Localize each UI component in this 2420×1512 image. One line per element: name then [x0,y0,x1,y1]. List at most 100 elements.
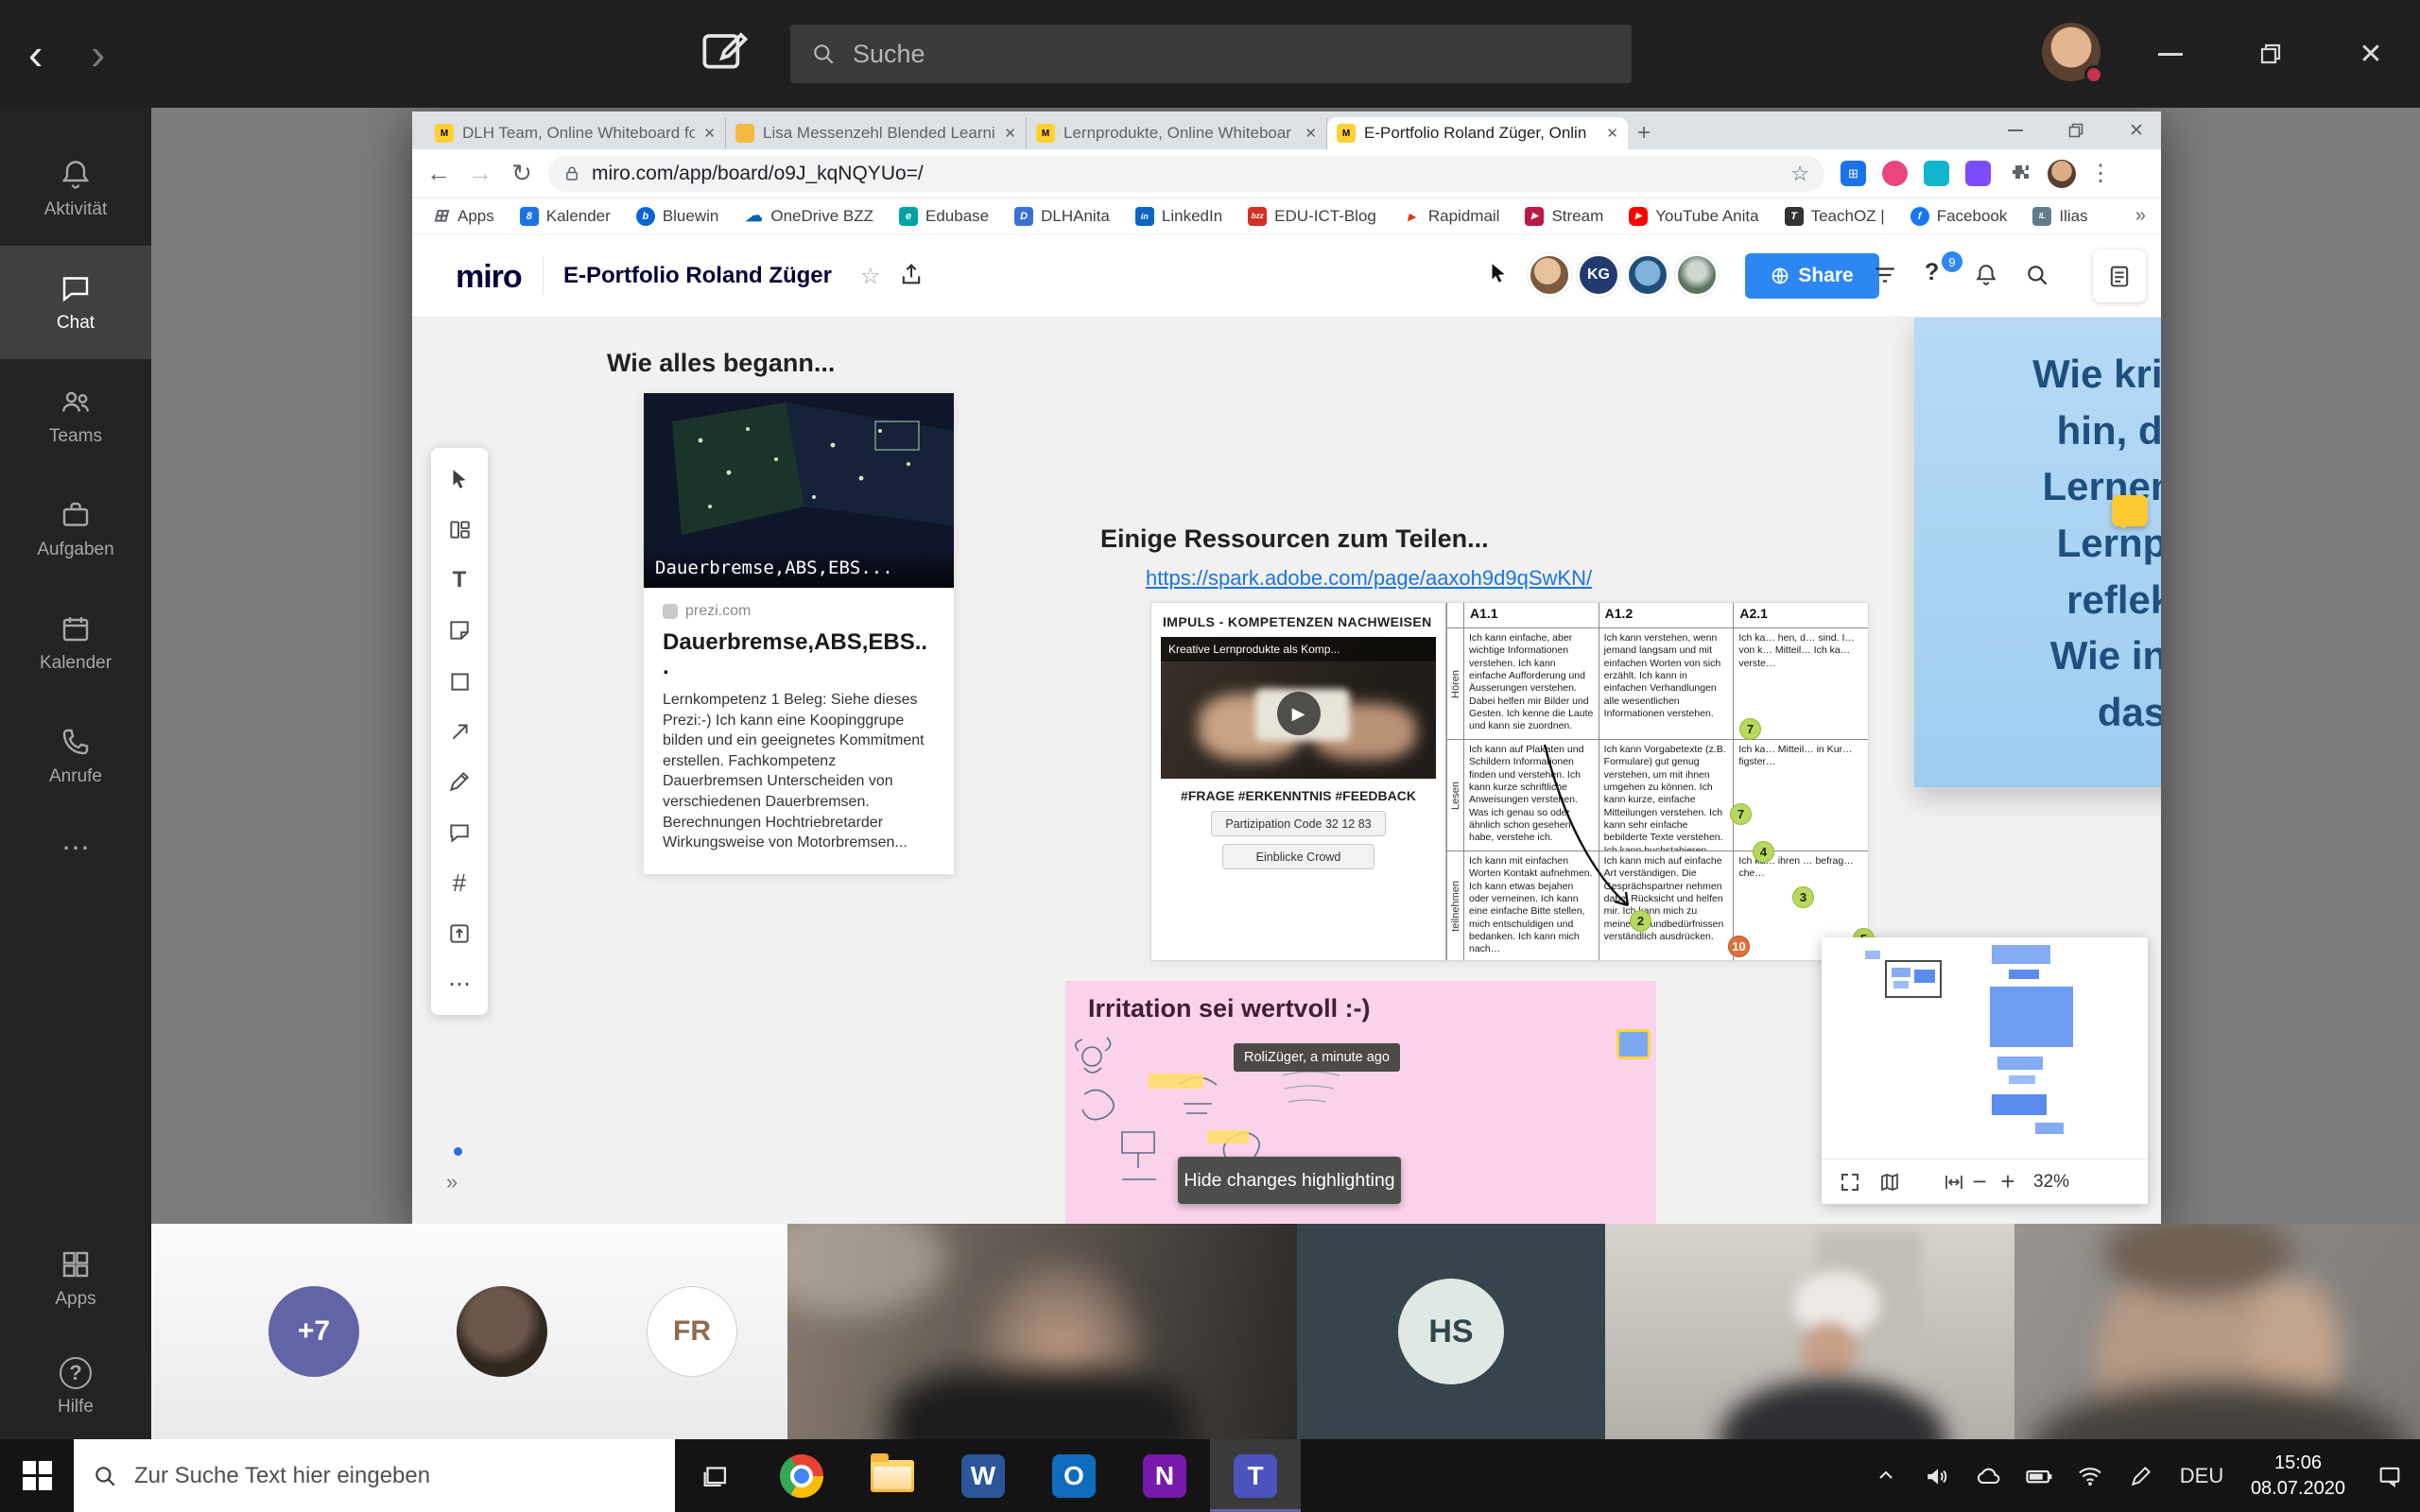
bookmark-facebook[interactable]: fFacebook [1910,207,2008,226]
video-tile-participant-1[interactable] [787,1224,1297,1439]
sidebar-item-chat[interactable]: Chat [0,246,151,359]
action-center-icon[interactable] [2360,1463,2420,1489]
tray-chevron-up-icon[interactable] [1860,1465,1911,1487]
extension-icon-1[interactable]: ⊞ [1841,161,1866,186]
video-tile-participant-3[interactable] [1605,1224,2014,1439]
teams-forward-button[interactable]: › [91,32,105,76]
miro-canvas[interactable]: Wie alles begann... Dauerbremse,ABS,EBS.… [412,318,2161,1224]
taskbar-explorer-icon[interactable] [847,1439,938,1512]
fullscreen-icon[interactable] [1839,1171,1861,1194]
bookmark-kalender[interactable]: 8Kalender [520,207,611,226]
bookmark-edu-ict-blog[interactable]: bzzEDU-ICT-Blog [1248,207,1376,226]
sidebar-item-kalender[interactable]: Kalender [0,586,151,699]
sidebar-item-teams[interactable]: Teams [0,359,151,472]
bookmarks-overflow-chevron[interactable]: » [2135,205,2146,227]
pen-icon[interactable] [2116,1464,2167,1488]
notifications-bell-icon[interactable] [1974,263,1998,287]
language-indicator[interactable]: DEU [2167,1464,2237,1488]
comment-tag-icon[interactable] [2112,495,2148,526]
browser-forward-button[interactable]: → [459,159,501,188]
task-view-button[interactable] [675,1439,756,1512]
palette-collapse-chevron[interactable]: » [446,1170,458,1194]
bookmark-onedrive[interactable]: ☁OneDrive BZZ [744,207,873,226]
blue-sticky-note[interactable]: Wie kriegs hin, das Lernende Lernpro ref… [1914,318,2161,787]
browser-reload-button[interactable]: ↻ [501,159,543,188]
onedrive-cloud-icon[interactable] [1962,1463,2014,1489]
video-player[interactable]: Kreative Lernprodukte als Komp... ▶ [1161,637,1436,779]
bookmark-stream[interactable]: ▶Stream [1525,207,1603,226]
browser-tab-2[interactable]: Lisa Messenzehl Blended Learni ✕ [726,117,1027,149]
taskbar-word-icon[interactable]: W [938,1439,1028,1512]
video-tile-participant-4[interactable] [2014,1224,2420,1439]
teams-search[interactable]: Suche [790,25,1632,83]
battery-icon[interactable] [2014,1462,2065,1490]
minimap-viewport[interactable] [1822,937,2148,1159]
resource-link[interactable]: https://spark.adobe.com/page/aaxoh9d9qSw… [1146,566,1592,591]
pen-tool[interactable] [431,757,488,807]
zoom-out-button[interactable]: − [1965,1167,1994,1196]
zoom-in-button[interactable]: + [1994,1167,2022,1196]
bookmark-star-icon[interactable]: ☆ [1790,162,1809,186]
canvas-heading-begin[interactable]: Wie alles begann... [607,349,835,378]
collaborator-avatar-kg[interactable]: KG [1577,253,1620,297]
sidebar-item-hilfe[interactable]: ? Hilfe [0,1335,151,1439]
arrow-tool[interactable] [431,706,488,756]
window-close-button[interactable]: ✕ [2331,0,2411,108]
user-avatar[interactable] [2042,23,2100,81]
canvas-heading-resources[interactable]: Einige Ressourcen zum Teilen... [1100,524,1489,554]
bookmark-bluewin[interactable]: bBluewin [636,207,719,226]
browser-tab-1[interactable]: M DLH Team, Online Whiteboard fo ✕ [425,117,726,149]
text-tool[interactable]: T [431,555,488,605]
chrome-close-button[interactable]: ✕ [2110,112,2163,149]
collaborator-avatar-4[interactable] [1675,253,1719,297]
board-title[interactable]: E-Portfolio Roland Züger [563,263,832,289]
frame-tool[interactable]: # [431,858,488,908]
chrome-restore-button[interactable] [2049,112,2102,149]
crowd-pill[interactable]: Einblicke Crowd [1222,844,1374,869]
minimap-panel[interactable]: − + 32% [1822,937,2148,1204]
sidebar-more-button[interactable]: ⋯ [0,813,151,883]
extension-icon-4[interactable] [1965,161,1991,186]
miro-logo[interactable]: miro [456,259,522,296]
fit-to-screen-icon[interactable] [1943,1171,1965,1194]
map-toggle-icon[interactable] [1878,1171,1901,1194]
sidebar-item-aufgaben[interactable]: Aufgaben [0,472,151,586]
address-bar[interactable]: miro.com/app/board/o9J_kqNQYUo=/ ☆ [548,156,1824,192]
collaboration-cursor-icon[interactable] [1486,261,1511,285]
more-tools[interactable]: ⋯ [431,959,488,1009]
notes-panel-icon[interactable] [2093,249,2146,302]
filters-icon[interactable] [1873,263,1897,287]
resource-embed[interactable]: IMPULS - KOMPETENZEN NACHWEISEN Kreative… [1150,602,1869,961]
board-search-icon[interactable] [2025,263,2049,287]
templates-tool[interactable] [431,504,488,554]
bookmark-edubase[interactable]: eEdubase [899,207,989,226]
hide-changes-button[interactable]: Hide changes highlighting [1178,1157,1401,1204]
sidebar-item-aktivitaet[interactable]: Aktivität [0,132,151,246]
bookmark-apps[interactable]: ⊞Apps [431,207,494,226]
prezi-card[interactable]: Dauerbremse,ABS,EBS... prezi.com Dauerbr… [644,393,954,874]
chrome-menu-icon[interactable]: ⋮ [2089,160,2112,187]
extension-icon-2[interactable] [1882,161,1908,186]
browser-tab-4-active[interactable]: M E-Portfolio Roland Züger, Onlin ✕ [1327,117,1628,149]
new-tab-button[interactable]: + [1628,117,1660,149]
sticky-note-tool[interactable] [431,605,488,655]
export-board-icon[interactable] [898,261,925,287]
bookmark-rapidmail[interactable]: ▸Rapidmail [1402,207,1500,226]
wifi-icon[interactable] [2065,1463,2116,1489]
tab-close-icon[interactable]: ✕ [1606,125,1618,142]
bookmark-teachoz[interactable]: TTeachOZ | [1785,207,1885,226]
zoom-level[interactable]: 32% [2033,1172,2069,1193]
bookmark-youtube[interactable]: ▶YouTube Anita [1629,207,1758,226]
sidebar-item-anrufe[interactable]: Anrufe [0,699,151,813]
overflow-participants-avatar[interactable]: +7 [268,1286,359,1377]
share-button[interactable]: Share [1745,253,1879,299]
help-icon[interactable]: ? [1925,259,1939,286]
participant-avatar-fr[interactable]: FR [647,1286,737,1377]
tab-close-icon[interactable]: ✕ [1004,125,1016,142]
taskbar-teams-icon[interactable]: T [1210,1439,1301,1512]
window-minimize-button[interactable] [2131,0,2210,108]
extension-icon-3[interactable] [1924,161,1949,186]
select-tool[interactable] [431,454,488,504]
extensions-puzzle-icon[interactable] [2007,161,2032,186]
tab-close-icon[interactable]: ✕ [1305,125,1317,142]
